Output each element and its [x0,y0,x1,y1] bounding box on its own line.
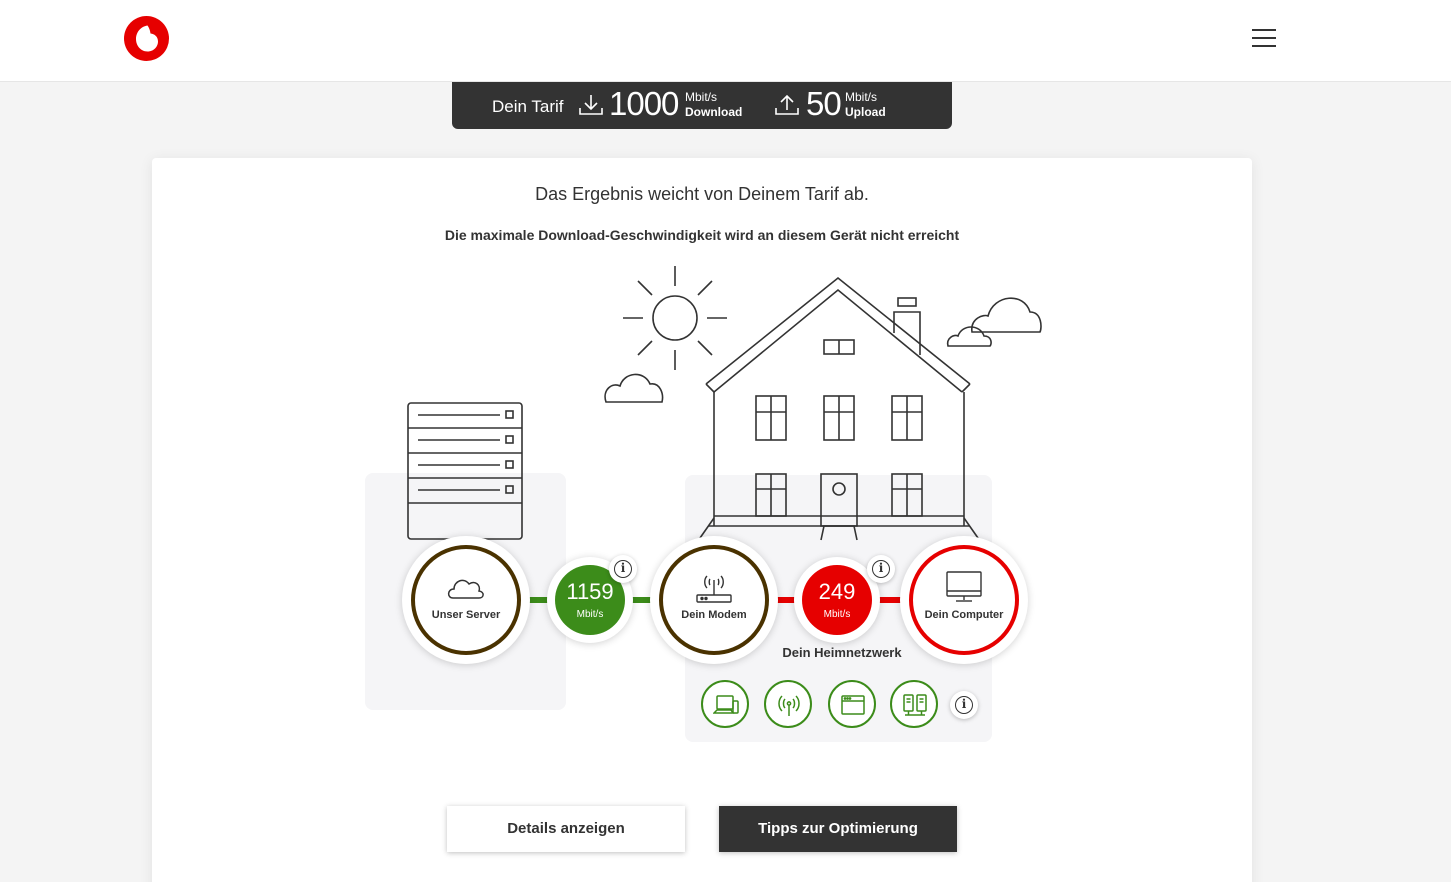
download-icon [579,95,603,115]
header [0,0,1451,82]
tariff-label: Dein Tarif [492,97,564,116]
result-card: Das Ergebnis weicht von Deinem Tarif ab.… [152,158,1252,882]
info-icon[interactable]: i [609,555,637,583]
tariff-bar: Dein Tarif 1000 Mbit/s Download 50 Mbit/s… [452,82,952,129]
upload-unit: Mbit/s Upload [845,90,886,119]
home-network-label: Dein Heimnetzwerk [782,645,902,660]
modem-node[interactable]: Dein Modem [650,536,778,664]
server-label: Unser Server [431,609,501,621]
upload-value: 50 [806,85,842,122]
speed-unit: Mbit/s [823,609,851,620]
device-browser[interactable] [828,680,876,728]
house-icon [699,276,979,541]
download-value: 1000 [609,85,679,122]
device-laptop[interactable] [701,680,749,728]
sun-icon [623,266,727,370]
laptop-icon [713,695,739,714]
powerline-icon [903,694,927,716]
monitor-icon [946,571,982,602]
device-wifi[interactable] [764,680,812,728]
download-unit: Mbit/s Download [685,90,743,119]
wifi-icon [778,695,800,716]
cloud-icon [971,297,1042,333]
modem-icon [696,575,732,603]
computer-label: Dein Computer [924,609,1004,621]
tips-button[interactable]: Tipps zur Optimierung [719,806,957,852]
vodafone-logo[interactable] [124,16,169,61]
upload-icon [775,94,799,115]
browser-icon [841,695,865,715]
device-powerline[interactable] [890,680,938,728]
speed-value: 249 [818,579,856,604]
server-node[interactable]: Unser Server [402,536,530,664]
menu-icon[interactable] [1248,24,1280,52]
house-illustration [407,266,1042,541]
cloud-icon [447,579,484,599]
modem-label: Dein Modem [681,609,747,621]
info-icon[interactable]: i [950,691,978,719]
info-icon[interactable]: i [867,555,895,583]
computer-node[interactable]: Dein Computer [900,536,1028,664]
speed-value: 1159 [566,579,614,604]
cloud-icon [946,326,992,347]
server-rack-icon [407,402,523,540]
speed-unit: Mbit/s [576,609,604,620]
cloud-icon [604,373,664,403]
details-button[interactable]: Details anzeigen [447,806,685,852]
